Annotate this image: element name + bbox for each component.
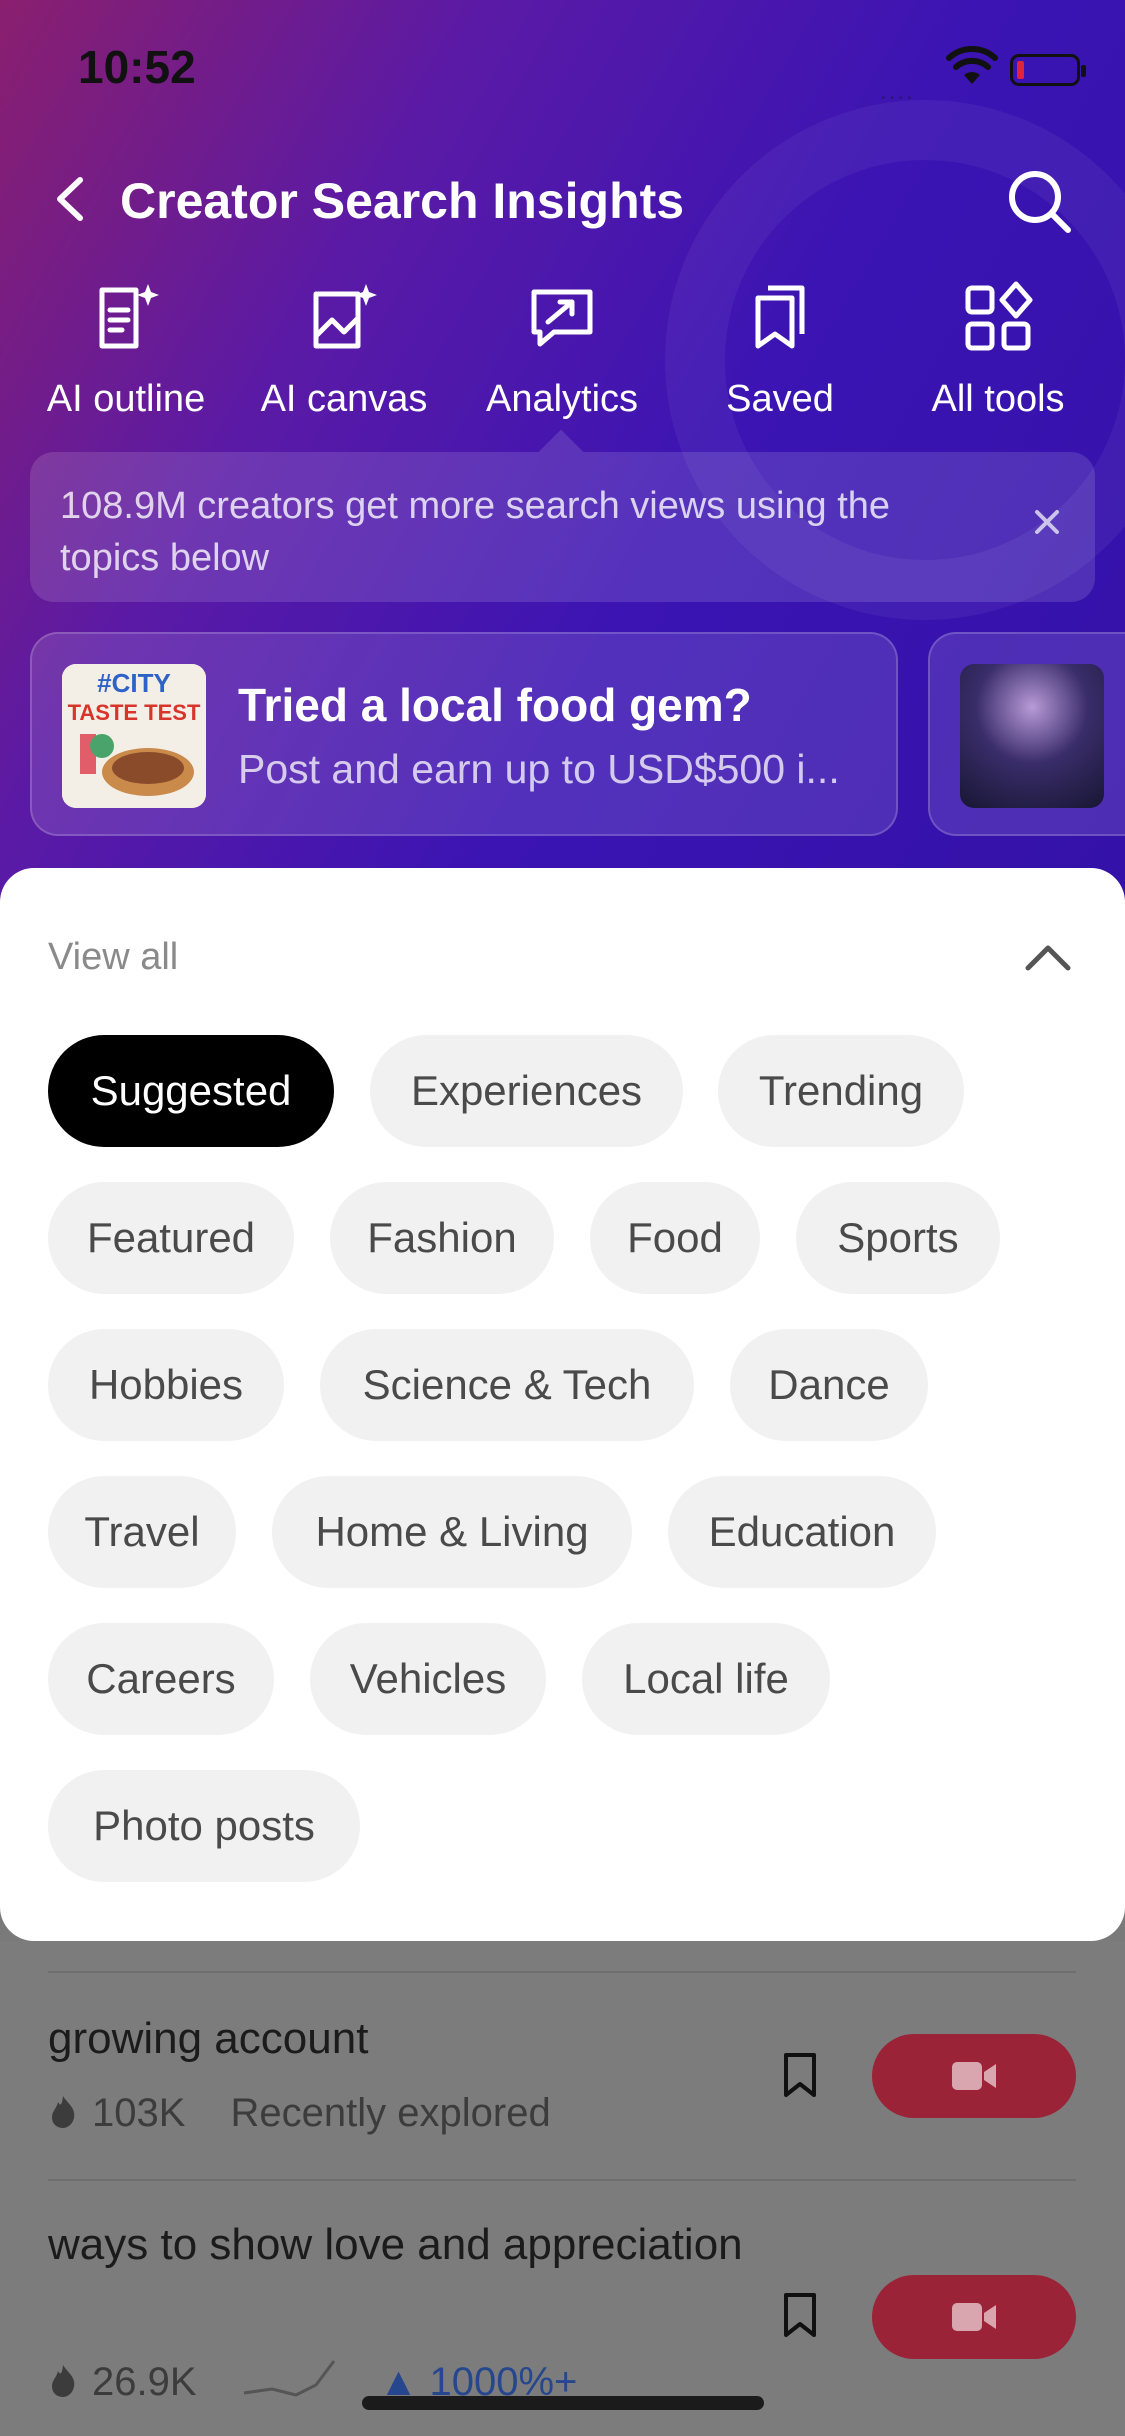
chip-vehicles[interactable]: Vehicles [310, 1623, 546, 1735]
chip-travel[interactable]: Travel [48, 1476, 236, 1588]
bookmark-stack-icon [755, 285, 805, 349]
battery-icon [1010, 54, 1086, 86]
chip-photo-posts[interactable]: Photo posts [48, 1770, 360, 1882]
video-camera-icon [952, 2062, 996, 2090]
topic-meta: 103K Recently explored [48, 2091, 551, 2136]
category-sheet: View all Suggested Experiences Trending … [0, 868, 1125, 1941]
chevron-up-icon[interactable] [1020, 930, 1076, 986]
svg-text:#CITY: #CITY [97, 668, 171, 698]
topic-list: growing account 103K Recently explored w… [0, 1941, 1125, 2436]
chip-education[interactable]: Education [668, 1476, 936, 1588]
tool-label: Saved [726, 378, 834, 420]
chip-science-tech[interactable]: Science & Tech [320, 1329, 694, 1441]
promo-card[interactable]: #CITY TASTE TEST Tried a local food gem?… [30, 632, 898, 836]
tool-saved[interactable]: Saved [680, 280, 880, 421]
back-chevron-icon[interactable] [46, 174, 96, 224]
promo-thumbnail: #CITY TASTE TEST [62, 664, 206, 808]
flame-icon [52, 2096, 75, 2128]
topic-note: Recently explored [230, 2091, 551, 2135]
notice-banner: 108.9M creators get more search views us… [30, 452, 1095, 602]
tool-label: All tools [931, 378, 1065, 420]
status-time: 10:52 [78, 41, 196, 93]
chip-local-life[interactable]: Local life [582, 1623, 830, 1735]
chip-dance[interactable]: Dance [730, 1329, 928, 1441]
chip-experiences[interactable]: Experiences [370, 1035, 683, 1147]
chip-sports[interactable]: Sports [796, 1182, 1000, 1294]
tool-all-tools[interactable]: All tools [898, 280, 1098, 421]
notice-text: 108.9M creators get more search views us… [60, 485, 891, 579]
divider [48, 2179, 1076, 2181]
trend-sparkline-icon [243, 2360, 335, 2397]
svg-text:TASTE TEST: TASTE TEST [68, 700, 201, 725]
grid-icon [965, 281, 1033, 351]
image-sparkle-icon [313, 284, 377, 349]
document-sparkle-icon [99, 284, 159, 349]
tool-label: AI outline [46, 378, 206, 420]
tools-row: AI outline AI canvas Analytics Saved All… [0, 280, 1125, 430]
chip-featured[interactable]: Featured [48, 1182, 294, 1294]
header: 10:52 .... Creator Search Insights AI ou… [0, 0, 1125, 900]
home-indicator[interactable] [362, 2396, 764, 2410]
bookmark-icon[interactable] [780, 2291, 820, 2339]
record-video-button[interactable] [872, 2275, 1076, 2359]
tool-label: AI canvas [260, 378, 428, 420]
promo-card-2[interactable] [928, 632, 1125, 836]
chart-bubble-icon [531, 289, 593, 347]
taste-test-logo: #CITY TASTE TEST [62, 664, 206, 808]
chip-trending[interactable]: Trending [718, 1035, 964, 1147]
promo-subtitle: Post and earn up to USD$500 i... [238, 746, 840, 792]
promo-title: Tried a local food gem? [238, 679, 752, 731]
top-bar: Creator Search Insights [0, 160, 1125, 240]
chip-food[interactable]: Food [590, 1182, 760, 1294]
chip-suggested[interactable]: Suggested [48, 1035, 334, 1147]
cellular-signal-icon: .... [880, 78, 915, 105]
close-icon[interactable] [1027, 502, 1067, 542]
view-all-label: View all [48, 936, 179, 978]
chip-hobbies[interactable]: Hobbies [48, 1329, 284, 1441]
video-camera-icon [952, 2303, 996, 2331]
tool-label: Analytics [485, 378, 639, 420]
wifi-icon [946, 46, 998, 84]
chip-careers[interactable]: Careers [48, 1623, 274, 1735]
topic-title[interactable]: growing account [48, 2011, 368, 2067]
status-bar: 10:52 .... [0, 0, 1125, 140]
page-title: Creator Search Insights [120, 173, 685, 229]
promo-thumbnail-2 [960, 664, 1104, 808]
views-count: 103K [92, 2091, 186, 2135]
divider [48, 1971, 1076, 1973]
flame-icon [52, 2365, 75, 2397]
chip-fashion[interactable]: Fashion [330, 1182, 554, 1294]
chip-home-living[interactable]: Home & Living [272, 1476, 632, 1588]
views-count: 26.9K [92, 2360, 197, 2404]
tool-ai-outline[interactable]: AI outline [26, 280, 226, 421]
topic-title[interactable]: ways to show love and appreciation [48, 2217, 748, 2273]
tool-analytics[interactable]: Analytics [462, 280, 662, 421]
record-video-button[interactable] [872, 2034, 1076, 2118]
bookmark-icon[interactable] [780, 2051, 820, 2099]
tool-ai-canvas[interactable]: AI canvas [244, 280, 444, 421]
search-icon[interactable] [1004, 166, 1074, 236]
